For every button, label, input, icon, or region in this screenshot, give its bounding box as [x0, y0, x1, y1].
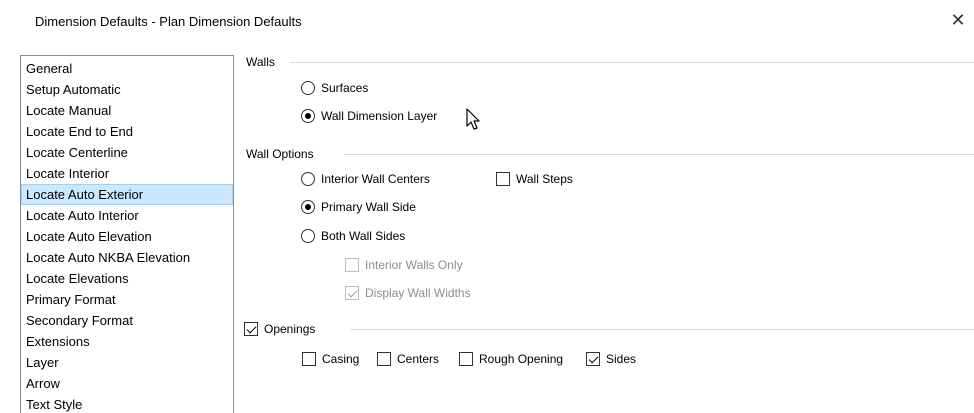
openings-label: Openings — [264, 322, 316, 336]
sidebar-item-locate-auto-elevation[interactable]: Locate Auto Elevation — [21, 226, 233, 247]
wall-dimension-layer-option[interactable]: Wall Dimension Layer — [301, 107, 437, 125]
wall-options-group-divider — [344, 154, 974, 155]
wall-steps-checkbox[interactable] — [496, 172, 510, 186]
openings-group-divider — [350, 329, 974, 330]
centers-option[interactable]: Centers — [377, 350, 439, 368]
rough-opening-option[interactable]: Rough Opening — [459, 350, 563, 368]
primary-wall-side-label: Primary Wall Side — [321, 200, 416, 214]
mouse-cursor-icon — [466, 108, 480, 130]
sidebar-item-locate-end-to-end[interactable]: Locate End to End — [21, 121, 233, 142]
sidebar-item-locate-centerline[interactable]: Locate Centerline — [21, 142, 233, 163]
display-wall-widths-label: Display Wall Widths — [365, 286, 471, 300]
sidebar-item-extensions[interactable]: Extensions — [21, 331, 233, 352]
wall-steps-option[interactable]: Wall Steps — [496, 170, 573, 188]
sides-option[interactable]: Sides — [586, 350, 636, 368]
rough-opening-label: Rough Opening — [479, 352, 564, 366]
interior-walls-only-label: Interior Walls Only — [365, 258, 463, 272]
sidebar-item-layer[interactable]: Layer — [21, 352, 233, 373]
primary-wall-side-option[interactable]: Primary Wall Side — [301, 198, 416, 216]
both-wall-sides-label: Both Wall Sides — [321, 229, 406, 243]
walls-group-label: Walls — [246, 55, 281, 69]
sides-checkbox[interactable] — [586, 352, 600, 366]
openings-option[interactable]: Openings — [244, 320, 322, 338]
sides-label: Sides — [606, 352, 637, 366]
sidebar-item-arrow[interactable]: Arrow — [21, 373, 233, 394]
close-icon[interactable]: ✕ — [948, 10, 968, 30]
interior-wall-centers-radio[interactable] — [301, 172, 315, 186]
sidebar-item-locate-elevations[interactable]: Locate Elevations — [21, 268, 233, 289]
sidebar-item-locate-interior[interactable]: Locate Interior — [21, 163, 233, 184]
surfaces-radio[interactable] — [301, 81, 315, 95]
display-wall-widths-option[interactable]: Display Wall Widths — [345, 284, 471, 302]
sidebar-item-general[interactable]: General — [21, 58, 233, 79]
both-wall-sides-radio[interactable] — [301, 229, 315, 243]
surfaces-option[interactable]: Surfaces — [301, 79, 368, 97]
interior-wall-centers-option[interactable]: Interior Wall Centers — [301, 170, 430, 188]
sidebar-item-setup-automatic[interactable]: Setup Automatic — [21, 79, 233, 100]
window-title: Dimension Defaults - Plan Dimension Defa… — [35, 14, 302, 29]
surfaces-label: Surfaces — [321, 81, 369, 95]
interior-walls-only-checkbox[interactable] — [345, 258, 359, 272]
casing-checkbox[interactable] — [302, 352, 316, 366]
openings-checkbox[interactable] — [244, 322, 258, 336]
sidebar-item-locate-auto-nkba-elevation[interactable]: Locate Auto NKBA Elevation — [21, 247, 233, 268]
primary-wall-side-radio[interactable] — [301, 200, 315, 214]
interior-walls-only-option[interactable]: Interior Walls Only — [345, 256, 463, 274]
category-list[interactable]: General Setup Automatic Locate Manual Locat… — [20, 55, 234, 413]
centers-checkbox[interactable] — [377, 352, 391, 366]
sidebar-item-primary-format[interactable]: Primary Format — [21, 289, 233, 310]
casing-label: Casing — [322, 352, 360, 366]
sidebar-item-locate-auto-exterior[interactable]: Locate Auto Exterior — [21, 184, 233, 205]
sidebar-item-locate-auto-interior[interactable]: Locate Auto Interior — [21, 205, 233, 226]
sidebar-item-text-style[interactable]: Text Style — [21, 394, 233, 413]
centers-label: Centers — [397, 352, 440, 366]
wall-options-group-label: Wall Options — [246, 147, 320, 161]
wall-dimension-layer-radio[interactable] — [301, 109, 315, 123]
rough-opening-checkbox[interactable] — [459, 352, 473, 366]
display-wall-widths-checkbox[interactable] — [345, 286, 359, 300]
sidebar-item-secondary-format[interactable]: Secondary Format — [21, 310, 233, 331]
title-bar: Dimension Defaults - Plan Dimension Defa… — [0, 0, 974, 44]
walls-group-divider — [290, 62, 974, 63]
sidebar-item-locate-manual[interactable]: Locate Manual — [21, 100, 233, 121]
interior-wall-centers-label: Interior Wall Centers — [321, 172, 430, 186]
wall-steps-label: Wall Steps — [516, 172, 573, 186]
wall-dimension-layer-label: Wall Dimension Layer — [321, 109, 438, 123]
casing-option[interactable]: Casing — [302, 350, 359, 368]
both-wall-sides-option[interactable]: Both Wall Sides — [301, 227, 405, 245]
